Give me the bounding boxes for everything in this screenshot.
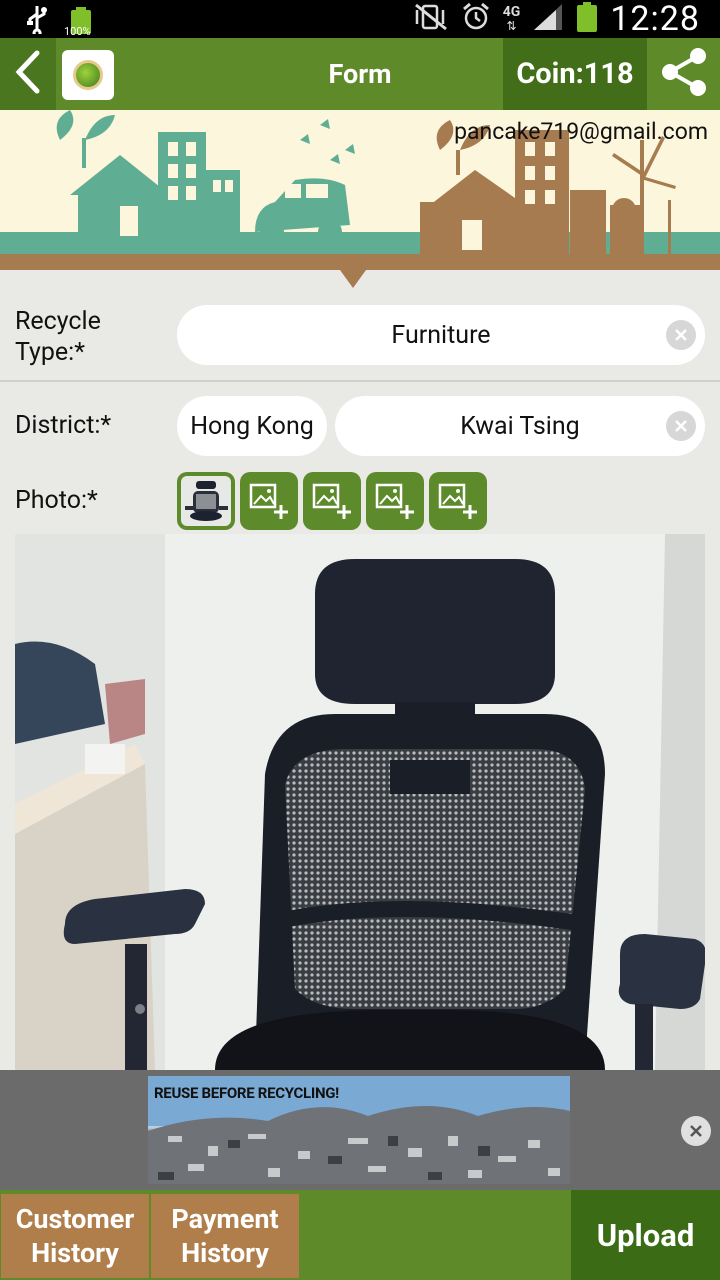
add-photo-icon: [375, 483, 414, 519]
battery-percent: 100%: [64, 25, 91, 38]
add-photo-button-2[interactable]: [303, 472, 361, 530]
district-region-value: Hong Kong: [190, 411, 314, 441]
add-photo-icon: [312, 483, 351, 519]
coin-balance: Coin:118: [503, 38, 647, 110]
usb-icon: [24, 4, 50, 38]
add-photo-icon: [438, 483, 477, 519]
district-area-select[interactable]: Kwai Tsing: [335, 396, 705, 456]
recycle-type-value: Furniture: [391, 320, 491, 350]
signal-icon: [532, 2, 564, 36]
battery-icon: [576, 1, 598, 37]
ad-banner-bar: REUSE BEFORE RECYCLING!: [0, 1070, 720, 1190]
photo-preview: [15, 534, 705, 1070]
network-type: 4G: [502, 4, 521, 20]
customer-history-button[interactable]: Customer History: [1, 1194, 149, 1278]
back-button[interactable]: [0, 38, 56, 110]
upload-button[interactable]: Upload: [571, 1190, 720, 1280]
clock: 12:28: [610, 0, 700, 39]
page-title: Form: [328, 58, 392, 90]
share-button[interactable]: [648, 38, 720, 110]
network-4g-icon: 4G ⇅: [502, 4, 521, 33]
back-arrow-icon: [13, 49, 43, 99]
form-divider: [0, 380, 720, 382]
muted-vibrate-icon: [413, 2, 449, 36]
customer-history-label: Customer History: [15, 1203, 135, 1269]
photo-thumbnail-selected[interactable]: [177, 472, 235, 530]
ad-banner[interactable]: REUSE BEFORE RECYCLING!: [148, 1076, 570, 1184]
add-photo-icon: [249, 483, 288, 519]
recycle-type-label: Recycle Type:*: [15, 307, 101, 367]
screen: 100% 4G ⇅ 12:28 Form Coin:118 pancake719…: [0, 0, 720, 1280]
district-region-select[interactable]: Hong Kong: [177, 396, 327, 456]
add-photo-button-4[interactable]: [429, 472, 487, 530]
upload-label: Upload: [596, 1216, 695, 1254]
user-email: pancake719@gmail.com: [454, 118, 708, 145]
add-photo-button-3[interactable]: [366, 472, 424, 530]
app-bar: Form Coin:118: [0, 38, 720, 110]
battery-full-icon: 100%: [64, 6, 94, 38]
close-ad-button[interactable]: [681, 1116, 711, 1146]
clear-district-button[interactable]: [666, 411, 696, 441]
recycle-type-select[interactable]: Furniture: [177, 305, 705, 365]
app-logo-icon: [62, 50, 114, 100]
status-right: 4G ⇅ 12:28: [413, 0, 700, 39]
add-photo-button-1[interactable]: [240, 472, 298, 530]
ad-text: REUSE BEFORE RECYCLING!: [154, 1084, 339, 1102]
district-label: District:*: [15, 411, 112, 440]
alarm-icon: [461, 2, 491, 36]
photo-label: Photo:*: [15, 486, 98, 515]
chair-thumbnail-image: [181, 476, 231, 526]
clear-recycle-type-button[interactable]: [666, 320, 696, 350]
status-bar: 100% 4G ⇅ 12:28: [0, 0, 720, 39]
bottom-bar: Customer History Payment History Upload: [0, 1190, 720, 1280]
office-chair-photo: [15, 534, 705, 1070]
close-icon: [675, 329, 687, 341]
close-icon: [675, 420, 687, 432]
payment-history-label: Payment History: [171, 1203, 279, 1269]
status-left: 100%: [24, 4, 94, 38]
close-icon: [690, 1125, 702, 1137]
payment-history-button[interactable]: Payment History: [151, 1194, 299, 1278]
district-area-value: Kwai Tsing: [460, 411, 580, 441]
eco-banner: pancake719@gmail.com: [0, 110, 720, 290]
share-icon: [658, 46, 710, 102]
